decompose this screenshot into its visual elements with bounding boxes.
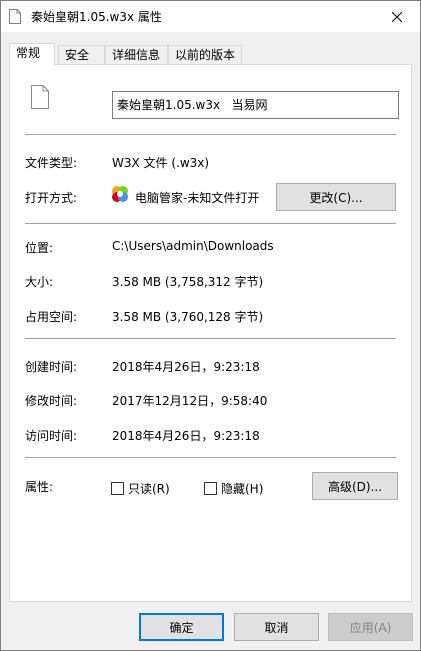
tab-security[interactable]: 安全 — [58, 45, 105, 65]
size-on-disk-label: 占用空间: — [25, 310, 78, 324]
checkbox-box[interactable] — [204, 482, 217, 495]
open-with-value: 电脑管家-未知文件打开 — [135, 191, 260, 205]
file-type-value: W3X 文件 (.w3x) — [112, 156, 210, 170]
modified-value: 2017年12月12日，9:58:40 — [112, 394, 268, 408]
change-button[interactable]: 更改(C)... — [276, 183, 396, 211]
divider — [25, 338, 396, 339]
location-value: C:\Users\admin\Downloads — [112, 239, 274, 253]
divider — [25, 457, 396, 458]
window-title: 秦始皇朝1.05.w3x 属性 — [31, 10, 162, 24]
checkbox-box[interactable] — [111, 482, 124, 495]
accessed-label: 访问时间: — [25, 429, 78, 443]
hidden-checkbox[interactable]: 隐藏(H) — [204, 480, 263, 497]
accessed-value: 2018年4月26日，9:23:18 — [112, 429, 260, 443]
open-with-label: 打开方式: — [25, 191, 78, 205]
created-label: 创建时间: — [25, 360, 78, 374]
size-on-disk-value: 3.58 MB (3,760,128 字节) — [112, 310, 264, 324]
cancel-button[interactable]: 取消 — [234, 613, 319, 641]
close-icon — [392, 11, 402, 22]
divider — [25, 223, 396, 224]
file-type-label: 文件类型: — [25, 156, 78, 170]
properties-dialog: 秦始皇朝1.05.w3x 属性 常规 安全 详细信息 以前的版本 秦始皇朝1.0… — [0, 0, 421, 651]
title-bar[interactable]: 秦始皇朝1.05.w3x 属性 — [1, 1, 420, 32]
file-icon — [9, 9, 21, 24]
readonly-label: 只读(R) — [128, 482, 170, 496]
hidden-label: 隐藏(H) — [221, 482, 264, 496]
tab-details[interactable]: 详细信息 — [105, 45, 168, 65]
readonly-checkbox[interactable]: 只读(R) — [111, 480, 170, 497]
close-button[interactable] — [374, 1, 420, 32]
advanced-button[interactable]: 高级(D)... — [312, 472, 398, 500]
ok-button[interactable]: 确定 — [139, 613, 224, 641]
general-panel: 秦始皇朝1.05.w3x 当易网 文件类型: W3X 文件 (.w3x) 打开方… — [9, 64, 412, 602]
modified-label: 修改时间: — [25, 394, 78, 408]
pc-manager-app-icon — [112, 186, 128, 202]
attributes-label: 属性: — [25, 480, 54, 494]
location-label: 位置: — [25, 241, 54, 255]
tab-strip: 常规 安全 详细信息 以前的版本 — [9, 43, 412, 66]
created-value: 2018年4月26日，9:23:18 — [112, 360, 260, 374]
tab-previous-versions[interactable]: 以前的版本 — [168, 45, 242, 65]
apply-button[interactable]: 应用(A) — [328, 613, 413, 641]
file-name-input[interactable]: 秦始皇朝1.05.w3x 当易网 — [112, 91, 399, 119]
size-value: 3.58 MB (3,758,312 字节) — [112, 275, 264, 289]
tab-general[interactable]: 常规 — [9, 43, 55, 66]
divider — [25, 134, 396, 135]
document-icon — [31, 85, 49, 109]
size-label: 大小: — [25, 275, 54, 289]
